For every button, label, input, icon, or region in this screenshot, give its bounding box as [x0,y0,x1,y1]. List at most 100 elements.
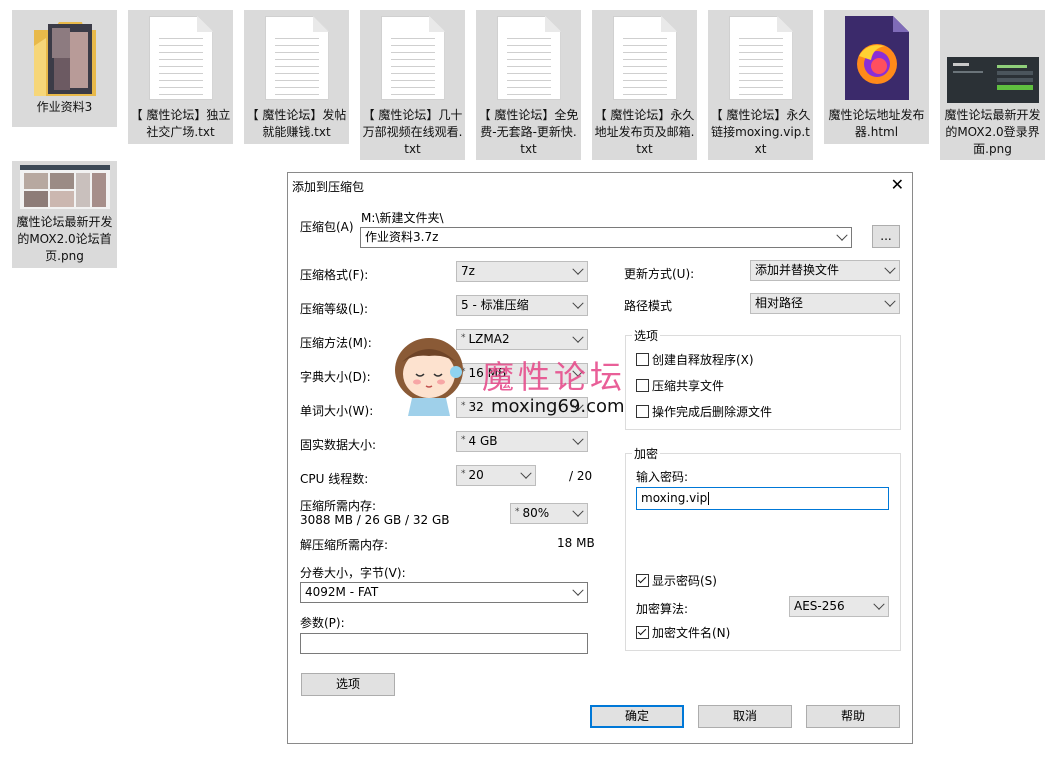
text-line-decoration [738,45,783,46]
watermark-mascot-icon [388,332,470,419]
file-name: 魔性论坛最新开发的MOX2.0论坛首页.png [16,215,113,263]
solid-select[interactable]: * 4 GB [456,431,588,452]
delete-after-checkbox[interactable]: 操作完成后删除源文件 [636,405,772,419]
folder-icon [32,18,98,101]
chevron-down-icon [520,467,532,479]
text-line-decoration [274,73,319,74]
delete-after-label: 操作完成后删除源文件 [652,405,773,419]
checkbox-icon [636,379,649,392]
params-label: 参数(P): [300,616,345,630]
encrypt-names-checkbox[interactable]: 加密文件名(N) [636,626,730,640]
text-line-decoration [390,52,435,53]
file-name: 【 魔性论坛】永久地址发布页及邮箱.txt [594,108,695,156]
text-line-decoration [622,80,667,81]
threads-label: CPU 线程数: [300,472,369,486]
options-button[interactable]: 选项 [301,673,395,696]
checkbox-checked-icon [636,626,649,639]
pathmode-label: 路径模式 [624,299,673,313]
level-select[interactable]: 5 - 标准压缩 [456,295,588,316]
params-input[interactable] [300,633,588,654]
volume-combo[interactable]: 4092M - FAT [300,582,588,603]
text-line-decoration [738,59,783,60]
shared-files-label: 压缩共享文件 [652,379,725,393]
text-line-decoration [390,66,435,67]
desktop-file-png[interactable]: 魔性论坛最新开发的MOX2.0登录界面.png [940,10,1045,160]
encryption-method-select[interactable]: AES-256 [789,596,889,617]
text-line-decoration [274,45,319,46]
text-line-decoration [738,87,783,88]
chevron-down-icon [836,229,848,241]
update-select[interactable]: 添加并替换文件 [750,260,900,281]
file-name: 作业资料3 [36,100,93,114]
watermark-text: 魔性论坛 [482,358,627,396]
text-line-decoration [738,38,783,39]
chevron-down-icon [572,297,584,309]
desktop-file-txt[interactable]: 【 魔性论坛】发帖就能赚钱.txt [244,10,349,144]
encryption-group-title: 加密 [632,445,661,462]
threads-select[interactable]: * 20 [456,465,536,486]
archive-path: M:\新建文件夹\ [361,211,444,225]
ok-button[interactable]: 确定 [590,705,684,728]
close-icon[interactable]: ✕ [891,175,904,195]
decompress-memory-value: 18 MB [557,536,595,550]
file-name: 魔性论坛地址发布器.html [828,108,925,139]
desktop-file-png[interactable]: 魔性论坛最新开发的MOX2.0论坛首页.png [12,161,117,268]
checkbox-checked-icon [636,574,649,587]
encryption-group: 加密 输入密码: moxing.vip 显示密码(S) 加密算法: AES-25… [625,445,901,651]
text-line-decoration [390,80,435,81]
show-password-checkbox[interactable]: 显示密码(S) [636,574,717,588]
text-line-decoration [274,80,319,81]
text-line-decoration [738,52,783,53]
volume-value: 4092M - FAT [305,585,379,599]
desktop-file-txt[interactable]: 【 魔性论坛】全免费-无套路-更新快.txt [476,10,581,160]
archive-name-value: 作业资料3.7z [365,230,439,244]
file-name: 【 魔性论坛】独立社交广场.txt [130,108,231,139]
text-line-decoration [158,52,203,53]
text-line-decoration [506,73,551,74]
file-name: 【 魔性论坛】全免费-无套路-更新快.txt [478,108,579,156]
checkbox-icon [636,405,649,418]
file-name: 【 魔性论坛】几十万部视频在线观看.txt [362,108,463,156]
memory-usage-select[interactable]: * 80% [510,503,588,524]
word-label: 单词大小(W): [300,404,374,418]
text-line-decoration [506,38,551,39]
desktop-file-folder[interactable]: 作业资料3 [12,10,117,127]
method-select[interactable]: * LZMA2 [456,329,588,350]
text-line-decoration [738,66,783,67]
text-line-decoration [274,94,319,95]
text-line-decoration [622,73,667,74]
text-line-decoration [622,59,667,60]
text-line-decoration [390,59,435,60]
cancel-button[interactable]: 取消 [698,705,792,728]
format-select[interactable]: 7z [456,261,588,282]
text-line-decoration [390,45,435,46]
text-line-decoration [274,87,319,88]
desktop-file-txt[interactable]: 【 魔性论坛】独立社交广场.txt [128,10,233,144]
help-button[interactable]: 帮助 [806,705,900,728]
level-value: 5 - 标准压缩 [461,298,529,312]
shared-files-checkbox[interactable]: 压缩共享文件 [636,379,724,393]
pathmode-value: 相对路径 [755,296,804,310]
text-line-decoration [390,87,435,88]
encryption-method-value: AES-256 [794,599,845,613]
browse-button[interactable]: ... [872,225,900,248]
desktop-file-txt[interactable]: 【 魔性论坛】几十万部视频在线观看.txt [360,10,465,160]
format-label: 压缩格式(F): [300,268,369,282]
text-line-decoration [158,73,203,74]
text-line-decoration [274,38,319,39]
pathmode-select[interactable]: 相对路径 [750,293,900,314]
sfx-checkbox[interactable]: 创建自释放程序(X) [636,353,754,367]
desktop-file-txt[interactable]: 【 魔性论坛】永久地址发布页及邮箱.txt [592,10,697,160]
desktop-file-txt[interactable]: 【 魔性论坛】永久链接moxing.vip.txt [708,10,813,160]
chevron-down-icon [572,584,584,596]
desktop-file-html[interactable]: 魔性论坛地址发布器.html [824,10,929,144]
text-file-icon [148,16,213,100]
text-line-decoration [622,38,667,39]
text-line-decoration [506,45,551,46]
text-line-decoration [622,94,667,95]
password-input[interactable]: moxing.vip [636,487,889,510]
archive-name-combo[interactable]: 作业资料3.7z [360,227,852,248]
add-to-archive-dialog: 添加到压缩包 ✕ 压缩包(A) M:\新建文件夹\ 作业资料3.7z ... 压… [287,172,913,744]
text-line-decoration [158,66,203,67]
chevron-down-icon [572,433,584,445]
